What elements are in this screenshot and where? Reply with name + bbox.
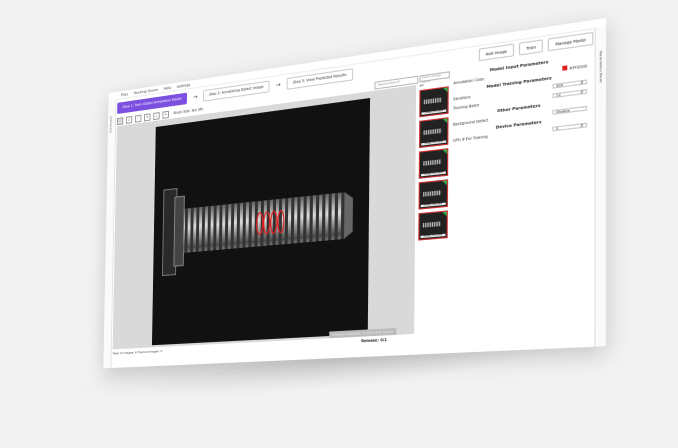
thumbnail-item[interactable]: image_004.bmp <box>418 179 449 210</box>
color-swatch <box>561 64 567 71</box>
annotation-color-picker[interactable]: #FF0000 <box>561 62 587 71</box>
arrow-right-icon: → <box>275 80 281 89</box>
stepper-icon: ⇵ <box>580 89 584 95</box>
rectangle-tool-icon[interactable]: ▢ <box>116 116 124 125</box>
menu-settings[interactable]: Settings <box>177 82 191 88</box>
menu-files[interactable]: Files <box>121 92 128 97</box>
background-select[interactable]: Disable ˅ <box>552 105 588 116</box>
ellipse-tool-icon[interactable]: ○ <box>125 115 133 124</box>
menu-tracking-queue[interactable]: Tracking Queue <box>133 87 158 95</box>
eraser-tool-icon[interactable]: △ <box>153 111 160 120</box>
status-flag-icon <box>442 211 447 217</box>
thumbnail-item[interactable]: image_002.bmp <box>418 117 449 149</box>
fullscreen-toggle[interactable]: Full-Screen <box>109 116 113 133</box>
right-rail: Parameters Panel <box>594 26 607 347</box>
status-flag-icon <box>443 87 448 93</box>
arrow-right-icon: → <box>192 92 198 101</box>
screw-photo <box>152 98 354 345</box>
menu-help[interactable]: Help <box>164 85 171 90</box>
magic-tool-icon[interactable]: ✦ <box>162 110 170 119</box>
device-mockup: Files Tracking Queue Help Settings Full-… <box>0 0 678 448</box>
thumbnail-panel: Search Image Name All image_001.bmp imag… <box>417 71 450 338</box>
stepper-icon: ⇵ <box>580 79 584 86</box>
brush-tool-icon[interactable]: ✎ <box>144 112 151 121</box>
parameters-panel-toggle[interactable]: Parameters Panel <box>598 51 603 83</box>
thumbnail-item[interactable]: image_003.bmp <box>418 148 449 179</box>
polygon-tool-icon[interactable]: ⟋ <box>134 114 142 123</box>
thumbnail-item[interactable]: image_001.bmp <box>419 86 449 118</box>
annotation-canvas[interactable]: Defects Detected: 0 (Ctrl+Z to Undo) <box>112 84 417 350</box>
parameters-panel: Model Input Parameters Annotation Color … <box>452 52 588 339</box>
chevron-down-icon: ˅ <box>581 106 584 112</box>
gpu-input[interactable]: 0 ⇵ <box>552 122 588 132</box>
stepper-icon: ⇵ <box>580 123 584 129</box>
image-count-status: Total of Images: 6 Trained Images: 0 <box>112 348 163 356</box>
status-flag-icon <box>442 180 447 186</box>
release-status: Release: 0/1 <box>361 337 387 344</box>
screw-image <box>151 97 371 346</box>
thumbnail-item[interactable]: image_005.bmp <box>418 210 448 241</box>
status-flag-icon <box>442 118 448 124</box>
app-window: Files Tracking Queue Help Settings Full-… <box>103 17 607 369</box>
status-flag-icon <box>442 149 448 155</box>
